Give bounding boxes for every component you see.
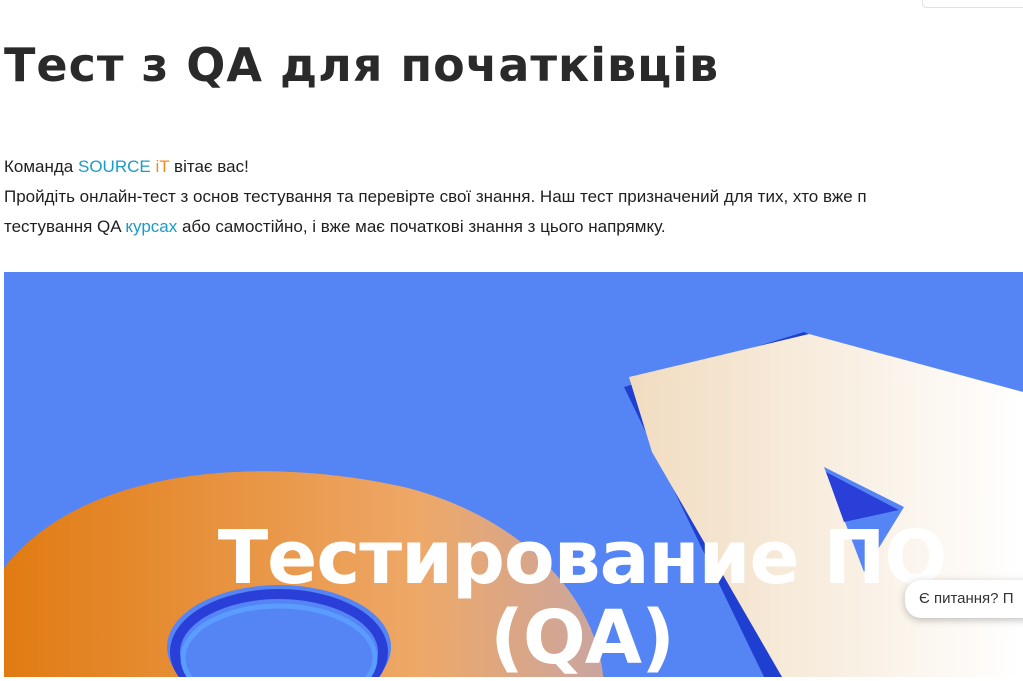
banner-title-line-2: (QA): [490, 595, 675, 681]
brand-source: SOURCE: [78, 157, 151, 176]
greeting-suffix: вітає вас!: [169, 157, 249, 176]
greeting-line: Команда SOURCE iT вітає вас!: [4, 152, 1023, 182]
top-right-widget[interactable]: [922, 0, 1023, 8]
banner-title: Тестирование ПО (QA): [172, 518, 992, 678]
brand-it: iT: [155, 157, 170, 176]
chat-widget-button[interactable]: Є питання? П: [905, 580, 1023, 618]
line3-prefix: тестування QA: [4, 217, 126, 236]
line3-suffix: або самостійно, і вже має початкові знан…: [177, 217, 666, 236]
banner-title-line-1: Тестирование ПО: [217, 515, 948, 601]
courses-link[interactable]: курсах: [125, 217, 177, 236]
page-title: Тест з QA для початківців: [4, 38, 720, 92]
intro-line-2: Пройдіть онлайн-тест з основ тестування …: [4, 187, 867, 206]
intro-line-3: тестування QA курсах або самостійно, і в…: [4, 212, 1023, 242]
greeting-prefix: Команда: [4, 157, 78, 176]
intro-text: Команда SOURCE iT вітає вас! Пройдіть он…: [4, 152, 1023, 242]
